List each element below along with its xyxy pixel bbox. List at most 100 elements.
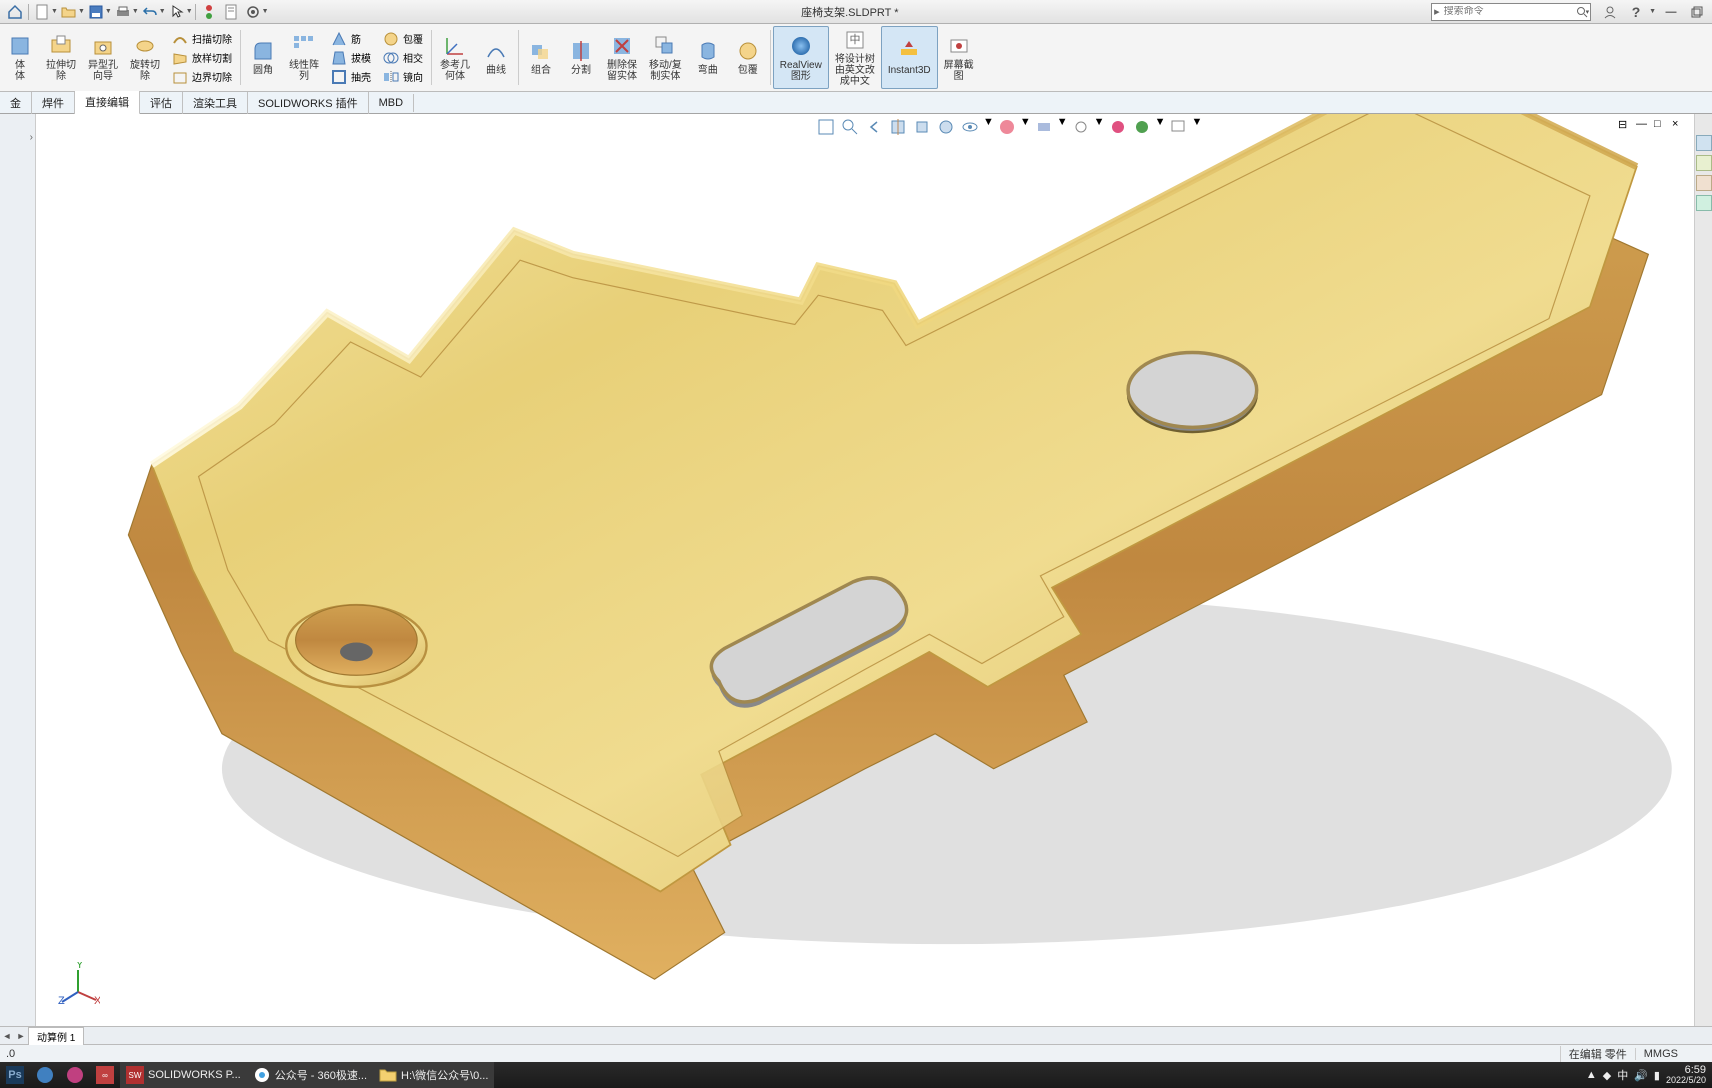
taskpane-tab2-icon[interactable] [1696, 155, 1712, 171]
boundary-cut-button[interactable]: 边界切除 [170, 68, 234, 86]
taskpane-tab4-icon[interactable] [1696, 195, 1712, 211]
tab-direct-edit[interactable]: 直接编辑 [75, 91, 140, 115]
bend-button[interactable]: 弯曲 [688, 26, 728, 89]
options-dropdown[interactable]: ▼ [262, 8, 269, 15]
select-icon[interactable] [166, 2, 188, 22]
stretch-cut-button[interactable]: 拉伸切 除 [40, 26, 82, 89]
open-icon[interactable] [58, 2, 80, 22]
hole-wizard-button[interactable]: 异型孔 向导 [82, 26, 124, 89]
apply-scene-icon[interactable] [1033, 116, 1055, 138]
zoom-fit-icon[interactable] [815, 116, 837, 138]
tray-icon1[interactable]: ◆ [1603, 1069, 1611, 1082]
tab-evaluate[interactable]: 评估 [140, 92, 183, 114]
shell-button[interactable]: 抽壳 [329, 68, 373, 86]
display-style-icon[interactable] [935, 116, 957, 138]
task-pane[interactable] [1694, 114, 1712, 1026]
taskbar-browser[interactable]: 公众号 - 360极速... [247, 1062, 373, 1088]
delete-keep-button[interactable]: 删除保 留实体 [601, 26, 643, 89]
panel-expand-icon[interactable]: › [30, 132, 33, 143]
rebuild-icon[interactable] [198, 2, 220, 22]
taskbar-clock[interactable]: 6:59 2022/5/20 [1666, 1065, 1706, 1085]
fillet-button[interactable]: 圆角 [243, 26, 283, 89]
tab-scroll-right[interactable]: ► [14, 1031, 28, 1041]
print-icon[interactable] [112, 2, 134, 22]
restore-icon[interactable] [1686, 2, 1708, 22]
options-icon[interactable] [242, 2, 264, 22]
undo-dropdown[interactable]: ▼ [159, 8, 166, 15]
ref-geom-button[interactable]: 参考几 何体 [434, 26, 476, 89]
revolve-cut-button[interactable]: 旋转切 除 [124, 26, 166, 89]
new-doc-icon[interactable] [31, 2, 53, 22]
search-dropdown[interactable]: ▾ [1586, 8, 1592, 16]
new-dropdown[interactable]: ▼ [51, 8, 58, 15]
wrap-button[interactable]: 包覆 [381, 30, 425, 48]
doc-props-icon[interactable] [220, 2, 242, 22]
tab-weldments[interactable]: 焊件 [32, 92, 75, 114]
appearance-color1-icon[interactable] [1107, 116, 1129, 138]
view-orient-icon[interactable] [911, 116, 933, 138]
extrude-cut-button[interactable]: 体 体 [0, 26, 40, 89]
motion-study-tab[interactable]: 动算例 1 [28, 1027, 84, 1045]
tab-scroll-left[interactable]: ◄ [0, 1031, 14, 1041]
screenshot-button[interactable]: 屏幕截 图 [938, 26, 980, 89]
appearance-color2-icon[interactable] [1131, 116, 1153, 138]
sweep-cut-button[interactable]: 扫描切除 [170, 30, 234, 48]
view-settings-icon[interactable] [1070, 116, 1092, 138]
split-button[interactable]: 分割 [561, 26, 601, 89]
search-input[interactable] [1442, 6, 1576, 17]
taskbar-explorer[interactable]: H:\微信公众号\0... [373, 1062, 494, 1088]
tab-addins[interactable]: SOLIDWORKS 插件 [248, 92, 369, 114]
minimize-icon[interactable]: — [1660, 2, 1682, 22]
loft-cut-button[interactable]: 放样切割 [170, 49, 234, 67]
section-view-icon[interactable] [887, 116, 909, 138]
tree-english-button[interactable]: 中将设计树 由英文改 成中文 [829, 26, 881, 89]
tray-up-icon[interactable]: ▲ [1586, 1069, 1597, 1081]
search-box[interactable]: ▸ ▾ [1431, 3, 1591, 21]
feature-tree-panel[interactable]: › [0, 114, 36, 1026]
curves-button[interactable]: 曲线 [476, 26, 516, 89]
instant3d-button[interactable]: Instant3D [881, 26, 938, 89]
save-icon[interactable] [85, 2, 107, 22]
intersect-button[interactable]: 相交 [381, 49, 425, 67]
viewport[interactable]: ▼ ▼ ▼ ▼ ▼ ▼ ⊟ — □ × [36, 114, 1694, 1026]
svg-text:中: 中 [849, 33, 860, 46]
system-tray[interactable]: ▲ ◆ 中 🔊 ▮ 6:59 2022/5/20 [1586, 1065, 1712, 1085]
hide-show-icon[interactable] [959, 116, 981, 138]
realview-button[interactable]: RealView 图形 [773, 26, 829, 89]
cut-group: 扫描切除 放样切割 边界切除 [166, 26, 238, 89]
rib-button[interactable]: 筋 [329, 30, 373, 48]
tab-sheetmetal[interactable]: 金 [0, 92, 32, 114]
select-dropdown[interactable]: ▼ [186, 8, 193, 15]
undo-icon[interactable] [139, 2, 161, 22]
status-units[interactable]: MMGS [1635, 1048, 1686, 1060]
taskbar-app1[interactable] [30, 1062, 60, 1088]
user-icon[interactable] [1599, 2, 1621, 22]
open-dropdown[interactable]: ▼ [78, 8, 85, 15]
tray-network-icon[interactable]: ▮ [1654, 1069, 1660, 1082]
mirror-button[interactable]: 镜向 [381, 68, 425, 86]
zoom-area-icon[interactable] [839, 116, 861, 138]
linear-pattern-button[interactable]: 线性阵 列 [283, 26, 325, 89]
tab-mbd[interactable]: MBD [369, 94, 414, 112]
taskpane-tab1-icon[interactable] [1696, 135, 1712, 151]
tab-render[interactable]: 渲染工具 [183, 92, 248, 114]
view-triad[interactable]: Y X Z [56, 962, 100, 1006]
tray-volume-icon[interactable]: 🔊 [1634, 1069, 1648, 1082]
combine-button[interactable]: 组合 [521, 26, 561, 89]
taskbar-app3[interactable]: ∞ [90, 1062, 120, 1088]
wrap2-button[interactable]: 包覆 [728, 26, 768, 89]
save-dropdown[interactable]: ▼ [105, 8, 112, 15]
print-dropdown[interactable]: ▼ [132, 8, 139, 15]
viewport-config-icon[interactable] [1167, 116, 1189, 138]
taskbar-ps[interactable]: Ps [0, 1062, 30, 1088]
home-icon[interactable] [4, 2, 26, 22]
draft-button[interactable]: 拔模 [329, 49, 373, 67]
help-icon[interactable]: ? [1625, 2, 1647, 22]
move-copy-button[interactable]: 移动/复 制实体 [643, 26, 688, 89]
tray-ime-icon[interactable]: 中 [1617, 1067, 1628, 1083]
taskpane-tab3-icon[interactable] [1696, 175, 1712, 191]
prev-view-icon[interactable] [863, 116, 885, 138]
taskbar-app2[interactable] [60, 1062, 90, 1088]
edit-appearance-icon[interactable] [996, 116, 1018, 138]
taskbar-solidworks[interactable]: SW SOLIDWORKS P... [120, 1062, 247, 1088]
